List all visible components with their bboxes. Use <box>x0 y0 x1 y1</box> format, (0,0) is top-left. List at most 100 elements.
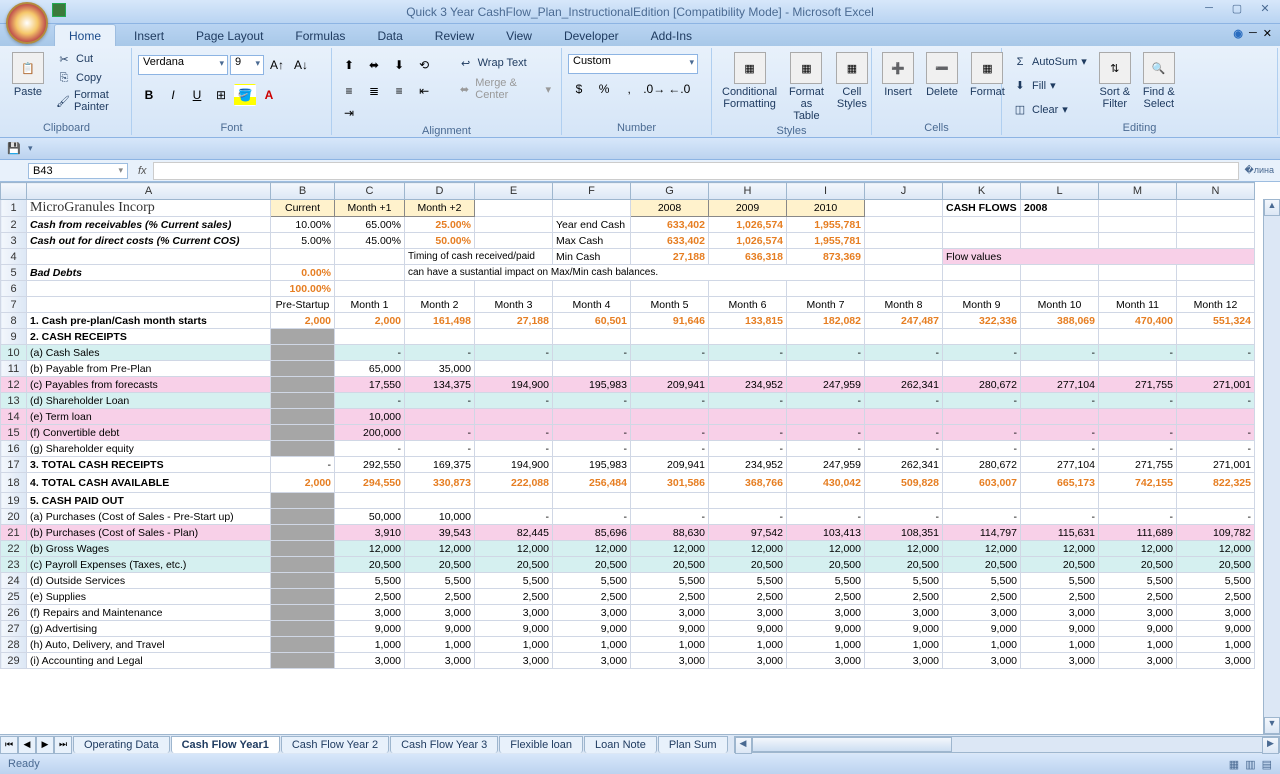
cell[interactable] <box>335 329 405 345</box>
cell[interactable]: 271,001 <box>1177 457 1255 473</box>
cell[interactable] <box>1177 265 1255 281</box>
cell[interactable]: (b) Purchases (Cost of Sales - Plan) <box>27 525 271 541</box>
cell[interactable]: 222,088 <box>475 473 553 493</box>
cell[interactable]: 603,007 <box>943 473 1021 493</box>
cell[interactable] <box>1177 281 1255 297</box>
cell[interactable]: - <box>1099 393 1177 409</box>
cell[interactable] <box>943 493 1021 509</box>
tab-nav-first[interactable]: ⏮ <box>0 736 18 754</box>
cell[interactable] <box>553 409 631 425</box>
row-header[interactable]: 24 <box>1 573 27 589</box>
row-header[interactable]: 29 <box>1 653 27 669</box>
cell[interactable]: 1,000 <box>631 637 709 653</box>
cell[interactable]: - <box>1021 393 1099 409</box>
cell[interactable]: 3,000 <box>1099 605 1177 621</box>
cell[interactable]: Month 6 <box>709 297 787 313</box>
cell[interactable]: - <box>1021 509 1099 525</box>
cell[interactable]: - <box>631 425 709 441</box>
cell[interactable]: - <box>1177 345 1255 361</box>
cell[interactable]: (c) Payroll Expenses (Taxes, etc.) <box>27 557 271 573</box>
cell[interactable]: (b) Gross Wages <box>27 541 271 557</box>
cell[interactable] <box>405 493 475 509</box>
cell[interactable] <box>405 329 475 345</box>
cell[interactable]: 91,646 <box>631 313 709 329</box>
cell[interactable]: 12,000 <box>865 541 943 557</box>
cell[interactable]: 45.00% <box>335 233 405 249</box>
row-header[interactable]: 21 <box>1 525 27 541</box>
cell[interactable]: 25.00% <box>405 217 475 233</box>
cell[interactable]: 39,543 <box>405 525 475 541</box>
cell[interactable] <box>943 217 1021 233</box>
col-header-I[interactable]: I <box>787 183 865 200</box>
cell[interactable]: 12,000 <box>1021 541 1099 557</box>
sheet-tab[interactable]: Operating Data <box>73 736 170 753</box>
cell[interactable]: 2. CASH RECEIPTS <box>27 329 271 345</box>
cell[interactable]: (d) Shareholder Loan <box>27 393 271 409</box>
cell[interactable] <box>553 329 631 345</box>
cell[interactable]: 247,959 <box>787 377 865 393</box>
cell[interactable]: 195,983 <box>553 457 631 473</box>
cell[interactable]: 4. TOTAL CASH AVAILABLE <box>27 473 271 493</box>
cell[interactable] <box>1177 233 1255 249</box>
cell[interactable]: (b) Payable from Pre-Plan <box>27 361 271 377</box>
grow-font-button[interactable]: A↑ <box>266 54 288 76</box>
cell[interactable]: can have a sustantial impact on Max/Min … <box>405 265 865 281</box>
cell[interactable]: - <box>943 345 1021 361</box>
sheet-tab[interactable]: Plan Sum <box>658 736 728 753</box>
cell[interactable]: 2,500 <box>553 589 631 605</box>
cell[interactable]: Min Cash <box>553 249 631 265</box>
cell[interactable]: - <box>709 393 787 409</box>
cell[interactable]: Month 2 <box>405 297 475 313</box>
cell[interactable]: - <box>1177 509 1255 525</box>
font-name-combo[interactable]: Verdana <box>138 55 228 75</box>
scroll-up-button[interactable]: ▲ <box>1264 199 1280 216</box>
italic-button[interactable]: I <box>162 84 184 106</box>
cell[interactable] <box>865 409 943 425</box>
dec-decimal-button[interactable]: ←.0 <box>668 78 690 100</box>
cell[interactable]: 97,542 <box>709 525 787 541</box>
cell[interactable] <box>1099 329 1177 345</box>
cell[interactable]: 12,000 <box>553 541 631 557</box>
cell[interactable]: - <box>787 509 865 525</box>
cell[interactable]: 271,001 <box>1177 377 1255 393</box>
cell[interactable]: Pre-Startup <box>271 297 335 313</box>
cell[interactable]: - <box>1099 345 1177 361</box>
cell[interactable]: 12,000 <box>1177 541 1255 557</box>
cell[interactable]: 3,000 <box>335 653 405 669</box>
cell[interactable]: 2,500 <box>335 589 405 605</box>
cell[interactable]: - <box>943 425 1021 441</box>
cell[interactable] <box>475 281 553 297</box>
sheet-tab[interactable]: Loan Note <box>584 736 657 753</box>
cell[interactable]: 134,375 <box>405 377 475 393</box>
horizontal-scrollbar[interactable]: ◀ ▶ <box>734 736 1280 753</box>
cell[interactable]: 20,500 <box>553 557 631 573</box>
cell[interactable]: 85,696 <box>553 525 631 541</box>
cell[interactable]: 294,550 <box>335 473 405 493</box>
cell[interactable]: 5,500 <box>943 573 1021 589</box>
cell[interactable] <box>865 329 943 345</box>
cell[interactable] <box>1021 409 1099 425</box>
cell[interactable] <box>553 200 631 217</box>
cell[interactable]: 280,672 <box>943 457 1021 473</box>
cell[interactable]: 2,000 <box>271 473 335 493</box>
cell[interactable] <box>787 409 865 425</box>
cell[interactable]: 12,000 <box>335 541 405 557</box>
vertical-scrollbar[interactable]: ▲ ▼ <box>1263 199 1280 734</box>
cell[interactable]: 1,000 <box>865 637 943 653</box>
cell[interactable]: - <box>1099 509 1177 525</box>
cell[interactable]: 3,000 <box>1021 653 1099 669</box>
cell[interactable]: 20,500 <box>709 557 787 573</box>
view-normal-icon[interactable]: ▦ <box>1229 758 1239 771</box>
ribbon-close-icon[interactable]: ✕ <box>1263 27 1272 40</box>
cell[interactable]: 1,000 <box>335 637 405 653</box>
cell[interactable]: - <box>1177 425 1255 441</box>
cell[interactable] <box>1177 329 1255 345</box>
cell[interactable]: (e) Supplies <box>27 589 271 605</box>
cell[interactable]: 2009 <box>709 200 787 217</box>
cell[interactable] <box>475 409 553 425</box>
cell[interactable]: 10.00% <box>271 217 335 233</box>
cell-styles-button[interactable]: ▦Cell Styles <box>832 50 872 124</box>
cell[interactable]: 5,500 <box>865 573 943 589</box>
cell[interactable] <box>553 493 631 509</box>
cell[interactable]: Year end Cash <box>553 217 631 233</box>
